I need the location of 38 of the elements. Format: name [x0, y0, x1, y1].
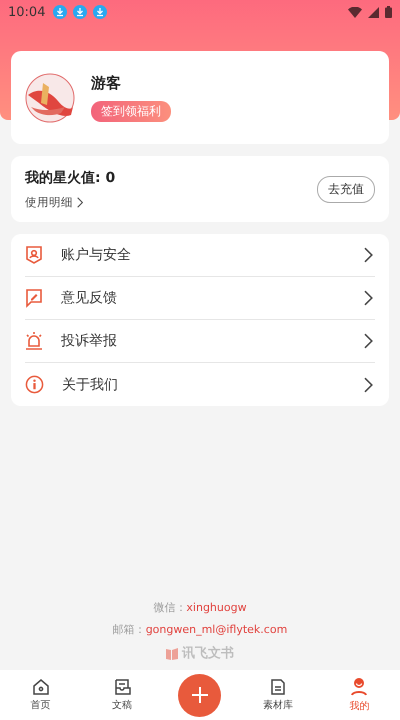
contact-line: 邮箱：gongwen_ml@iflytek.com [112, 622, 288, 637]
nav-tab[interactable]: 我的 [334, 677, 384, 713]
recharge-button[interactable]: 去充值 [317, 176, 375, 202]
wifi-icon [348, 6, 362, 18]
info-icon [25, 375, 44, 394]
chevron-right-icon [364, 333, 373, 349]
user-name: 游客 [91, 74, 121, 92]
user-icon [349, 677, 370, 697]
chevron-right-icon [364, 290, 373, 306]
menu-item[interactable]: 账户与安全 [61, 246, 346, 264]
chevron-right-icon [364, 247, 373, 263]
plus-icon [190, 686, 209, 704]
nav-tab[interactable]: 文稿 [97, 678, 148, 712]
download-notification-icon [73, 5, 88, 19]
home-icon [32, 678, 50, 696]
chevron-right-icon [364, 376, 373, 392]
menu-item[interactable]: 关于我们 [62, 376, 346, 394]
nav-tab[interactable]: 素材库 [252, 678, 303, 712]
shield-user-icon [25, 245, 43, 265]
usage-detail-link[interactable]: 使用明细 [25, 194, 84, 210]
edit-message-icon [25, 288, 43, 308]
battery-icon [385, 6, 392, 18]
document-icon [268, 678, 287, 696]
menu-item[interactable]: 投诉举报 [61, 332, 346, 350]
status-time: 10:04 [8, 4, 46, 20]
alarm-icon [25, 331, 43, 351]
contact-line: 微信：xinghuogw [153, 600, 247, 615]
add-button[interactable] [178, 674, 222, 716]
signal-icon [368, 6, 379, 18]
avatar-drawing [25, 72, 75, 122]
logo-icon [166, 646, 178, 660]
document-tray-icon [113, 678, 132, 696]
points-title: 我的星火值: 0 [25, 168, 116, 186]
download-notification-icon [93, 5, 108, 19]
menu-item[interactable]: 意见反馈 [61, 289, 346, 307]
download-notification-icon [53, 5, 68, 19]
chevron-right-icon [77, 196, 84, 208]
nav-tab[interactable]: 首页 [16, 678, 66, 712]
